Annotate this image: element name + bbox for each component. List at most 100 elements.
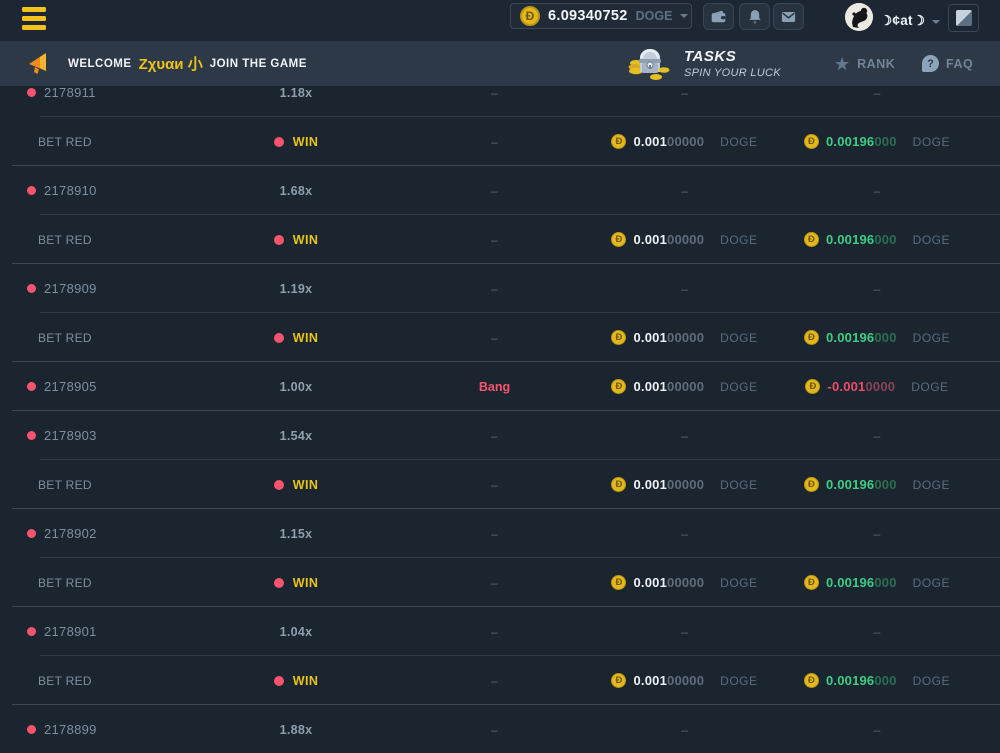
chevron-down-icon[interactable]: [680, 14, 688, 22]
rank-link[interactable]: ★ RANK: [834, 41, 895, 86]
amount-value: 0.001: [633, 477, 667, 492]
avatar[interactable]: [845, 3, 873, 31]
bell-icon: [747, 8, 763, 25]
amount-value: 0.001: [633, 134, 667, 149]
notifications-button[interactable]: [739, 3, 770, 30]
empty-placeholder: –: [491, 723, 498, 737]
amount-trailing-zeros: 00000: [667, 330, 704, 345]
welcome-message: WELCOME Ζχυαи 小 JOIN THE GAME: [68, 41, 307, 86]
welcome-suffix: JOIN THE GAME: [210, 58, 307, 70]
welcome-username: Ζχυαи 小: [139, 53, 203, 74]
currency-label: DOGE: [720, 331, 757, 345]
currency-label: DOGE: [913, 233, 950, 247]
amount-value: 0.001: [633, 330, 667, 345]
amount-trailing-zeros: 000: [874, 477, 896, 492]
multiplier-value: 1.15x: [280, 527, 313, 541]
game-row[interactable]: 21789111.18x–––: [0, 86, 1000, 117]
bet-label: BET RED: [38, 135, 92, 149]
chat-button[interactable]: [948, 4, 979, 32]
game-row[interactable]: 21788991.88x–––: [0, 705, 1000, 753]
amount-value: 0.001: [633, 379, 667, 394]
multiplier-value: 1.00x: [280, 380, 313, 394]
empty-placeholder: –: [491, 674, 498, 688]
multiplier-value: 1.88x: [280, 723, 313, 737]
amount-trailing-zeros: 0000: [865, 379, 895, 394]
empty-placeholder: –: [491, 527, 498, 541]
game-id: 2178910: [44, 183, 97, 198]
bet-amount: Ð 0.00100000 DOGE: [582, 330, 787, 345]
multiplier-value: 1.18x: [280, 86, 313, 100]
win-dot-icon: [274, 578, 284, 588]
game-row[interactable]: 21789021.15x–––: [0, 509, 1000, 558]
profit-amount: Ð0.00196000DOGE: [787, 330, 967, 345]
amount-trailing-zeros: 000: [874, 134, 896, 149]
announcement-bar: WELCOME Ζχυαи 小 JOIN THE GAME TASKS SPIN…: [0, 41, 1000, 86]
empty-placeholder: –: [681, 184, 688, 198]
doge-coin-icon: Ð: [520, 6, 540, 26]
amount-value: 0.00196: [826, 232, 874, 247]
profit-amount: Ð0.00196000DOGE: [787, 673, 967, 688]
game-row[interactable]: 21789101.68x–––: [0, 166, 1000, 215]
welcome-prefix: WELCOME: [68, 58, 132, 70]
menu-icon[interactable]: [22, 7, 46, 34]
game-id: 2178905: [44, 379, 97, 394]
bet-row: BET REDWIN–Ð0.00100000DOGEÐ0.00196000DOG…: [0, 558, 1000, 607]
game-row[interactable]: 21789091.19x–––: [0, 264, 1000, 313]
question-icon: ?: [922, 55, 939, 72]
amount-value: 0.001: [633, 232, 667, 247]
bet-row: BET REDWIN–Ð0.00100000DOGEÐ0.00196000DOG…: [0, 460, 1000, 509]
megaphone-icon: [28, 51, 50, 75]
balance-amount: 6.09340752: [548, 8, 628, 24]
faq-link[interactable]: ? FAQ: [922, 41, 973, 86]
multiplier-value: 1.68x: [280, 184, 313, 198]
win-dot-icon: [274, 235, 284, 245]
empty-placeholder: –: [681, 282, 688, 296]
currency-label: DOGE: [720, 576, 757, 590]
game-dot-icon: [27, 627, 36, 636]
doge-coin-icon: Ð: [804, 575, 819, 590]
win-badge: WIN: [293, 478, 319, 492]
game-id: 2178911: [44, 86, 96, 100]
doge-coin-icon: Ð: [805, 379, 820, 394]
empty-placeholder: –: [681, 625, 688, 639]
chevron-down-icon[interactable]: [932, 20, 940, 28]
multiplier-value: 1.54x: [280, 429, 313, 443]
amount-trailing-zeros: 00000: [667, 575, 704, 590]
amount-trailing-zeros: 00000: [667, 232, 704, 247]
empty-placeholder: –: [681, 429, 688, 443]
empty-placeholder: –: [491, 86, 498, 100]
bet-label: BET RED: [38, 674, 92, 688]
game-row[interactable]: 21789011.04x–––: [0, 607, 1000, 656]
bet-label: BET RED: [38, 478, 92, 492]
doge-coin-icon: Ð: [611, 330, 626, 345]
bet-label: BET RED: [38, 576, 92, 590]
empty-placeholder: –: [491, 429, 498, 443]
empty-placeholder: –: [874, 429, 881, 443]
currency-label: DOGE: [911, 380, 948, 394]
profit-amount: Ð -0.0010000 DOGE: [787, 379, 967, 394]
bet-history-rows: 21789111.18x–––BET REDWIN–Ð0.00100000DOG…: [0, 86, 1000, 753]
currency-label: DOGE: [913, 478, 950, 492]
win-badge: WIN: [293, 135, 319, 149]
username-menu[interactable]: ☽¢at☽: [880, 0, 925, 41]
star-icon: ★: [834, 55, 850, 73]
rank-label: RANK: [857, 57, 895, 71]
amount-value: 0.00196: [826, 477, 874, 492]
game-row[interactable]: 21789051.00xBangÐ0.00100000DOGEÐ-0.00100…: [0, 362, 1000, 411]
empty-placeholder: –: [681, 723, 688, 737]
tasks-banner[interactable]: TASKS SPIN YOUR LUCK: [626, 41, 781, 86]
currency-label: DOGE: [913, 576, 950, 590]
bet-amount: Ð0.00100000DOGE: [582, 232, 787, 247]
messages-button[interactable]: [773, 3, 804, 30]
bet-row: BET REDWIN–Ð0.00100000DOGEÐ0.00196000DOG…: [0, 117, 1000, 166]
amount-value: -0.001: [827, 379, 865, 394]
bet-history-table: 21789111.18x–––BET REDWIN–Ð0.00100000DOG…: [0, 86, 1000, 753]
currency-label: DOGE: [913, 135, 950, 149]
game-row[interactable]: 21789031.54x–––: [0, 411, 1000, 460]
game-dot-icon: [27, 431, 36, 440]
tasks-subtitle: SPIN YOUR LUCK: [684, 67, 781, 79]
balance-dropdown[interactable]: Ð 6.09340752 DOGE: [510, 3, 692, 29]
multiplier-value: 1.19x: [280, 282, 313, 296]
wallet-button[interactable]: [703, 3, 734, 30]
win-dot-icon: [274, 480, 284, 490]
